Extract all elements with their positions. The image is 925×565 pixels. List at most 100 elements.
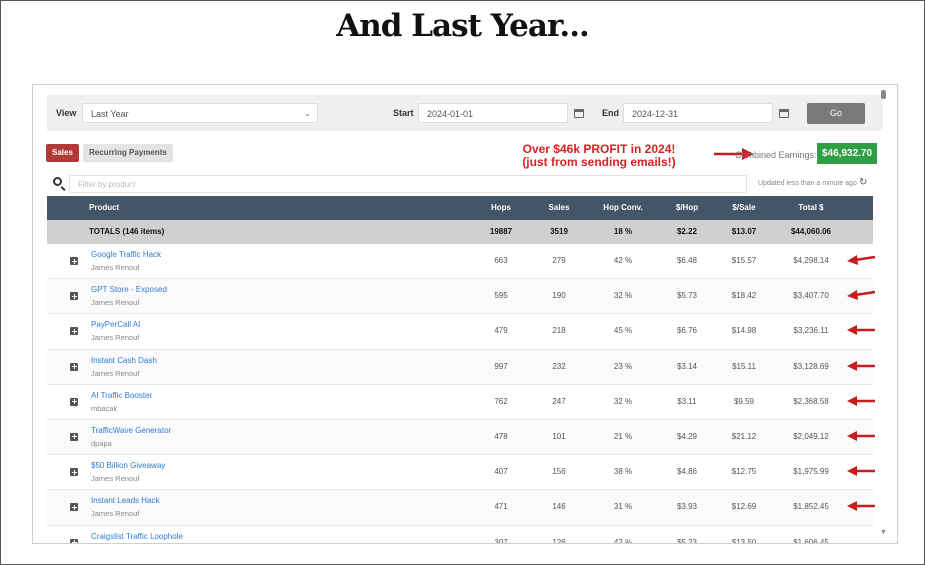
- product-link[interactable]: Instant Cash Dash: [91, 356, 157, 365]
- expand-icon[interactable]: [70, 538, 78, 543]
- product-link[interactable]: Craigslist Traffic Loophole: [91, 532, 183, 541]
- page-headline: And Last Year...: [336, 8, 590, 44]
- product-link[interactable]: Google Traffic Hack: [91, 250, 161, 259]
- scroll-thumb[interactable]: [881, 90, 886, 99]
- expand-icon[interactable]: [70, 432, 78, 441]
- search-input[interactable]: Filter by product: [69, 175, 747, 193]
- product-vendor: James Renouf: [91, 298, 140, 308]
- expand-icon[interactable]: [70, 327, 78, 336]
- start-label: Start: [393, 108, 414, 118]
- table-row: Google Traffic Hack James Renouf 663 279…: [47, 244, 876, 280]
- col-per-hop[interactable]: $/Hop: [664, 196, 710, 220]
- row-sales: 279: [552, 256, 566, 265]
- row-total: $1,852.45: [793, 502, 829, 512]
- product-vendor: James Renouf: [91, 333, 140, 343]
- product-link[interactable]: PayPerCall AI: [91, 320, 140, 329]
- row-sales: 146: [552, 502, 566, 512]
- end-date-input[interactable]: 2024-12-31: [623, 103, 773, 123]
- row-per-sale: $9.59: [733, 396, 755, 406]
- product-link[interactable]: AI Traffic Booster: [91, 391, 152, 400]
- col-total[interactable]: Total $: [781, 196, 841, 220]
- product-link[interactable]: GPT Store - Exposed: [91, 285, 167, 294]
- row-per-hop: $3.11: [677, 396, 697, 406]
- red-arrow-icon: [847, 430, 875, 441]
- red-arrow-icon: [847, 360, 875, 371]
- row-sales: 101: [552, 431, 566, 441]
- scrollbar[interactable]: ▼: [878, 88, 890, 536]
- expand-icon[interactable]: [70, 503, 78, 512]
- row-hops: 307: [494, 537, 508, 544]
- end-calendar-icon[interactable]: [779, 109, 789, 118]
- row-per-hop: $6.76: [676, 326, 698, 336]
- col-hop-conv[interactable]: Hop Conv.: [593, 196, 653, 220]
- row-total: $1,975.99: [793, 467, 829, 477]
- red-arrow-icon: [847, 290, 876, 301]
- row-per-sale: $15.11: [732, 361, 756, 371]
- combined-earnings-value: $46,932.70: [817, 143, 878, 164]
- red-arrow-icon: [847, 395, 875, 406]
- row-conv: 21 %: [613, 431, 633, 441]
- product-link[interactable]: Instant Leads Hack: [91, 496, 159, 505]
- view-select[interactable]: Last Year ⌄: [82, 103, 318, 123]
- row-total: $4,298.14: [793, 256, 829, 265]
- col-hops[interactable]: Hops: [479, 196, 523, 220]
- col-sales[interactable]: Sales: [536, 196, 582, 220]
- table-row: Instant Cash Dash James Renouf 997 232 2…: [47, 349, 875, 385]
- row-per-sale: $15.57: [731, 256, 757, 265]
- start-date-input[interactable]: 2024-01-01: [418, 103, 568, 123]
- row-sales: 232: [552, 361, 566, 371]
- row-total: $3,236.11: [793, 326, 829, 336]
- product-link[interactable]: $50 Billion Giveaway: [91, 461, 165, 470]
- go-button[interactable]: Go: [807, 103, 865, 124]
- chevron-down-icon: ⌄: [304, 109, 311, 118]
- view-label: View: [56, 108, 77, 118]
- end-date-value: 2024-12-31: [632, 109, 679, 119]
- expand-icon[interactable]: [70, 292, 78, 301]
- col-per-sale[interactable]: $/Sale: [721, 196, 767, 220]
- row-per-sale: $12.69: [731, 502, 757, 512]
- row-hops: 997: [494, 361, 508, 371]
- report-screenshot: View Last Year ⌄ Start 2024-01-01 End 20…: [32, 84, 898, 544]
- expand-icon[interactable]: [70, 397, 78, 406]
- search-icon: [53, 177, 62, 186]
- row-hops: 479: [494, 326, 508, 336]
- row-total: $3,407.70: [793, 291, 829, 301]
- totals-total: $44,060.06: [790, 227, 832, 236]
- row-total: $3,128.69: [793, 361, 829, 371]
- totals-per-sale: $13.07: [731, 227, 757, 236]
- row-per-sale: $12.75: [731, 467, 757, 477]
- table-row: Craigslist Traffic Loophole 307 126 42 %…: [47, 525, 873, 544]
- tab-sales[interactable]: Sales: [46, 144, 79, 162]
- end-label: End: [602, 108, 619, 118]
- product-rows: Google Traffic Hack James Renouf 663 279…: [47, 244, 876, 544]
- product-vendor: dpapa: [91, 438, 112, 448]
- totals-row: TOTALS (146 items) 19887 3519 18 % $2.22…: [47, 220, 873, 244]
- start-calendar-icon[interactable]: [574, 109, 584, 118]
- refresh-icon[interactable]: ↻: [859, 177, 867, 188]
- row-conv: 32 %: [613, 291, 633, 301]
- scroll-down-icon[interactable]: ▼: [880, 529, 887, 536]
- expand-icon[interactable]: [70, 257, 78, 265]
- row-conv: 42 %: [613, 537, 633, 544]
- row-conv: 32 %: [613, 396, 633, 406]
- product-vendor: James Renouf: [91, 474, 140, 484]
- profit-callout: Over $46k PROFIT in 2024! (just from sen…: [519, 143, 679, 169]
- row-per-hop: $5.23: [676, 537, 698, 544]
- updated-status: Updated less than a minute ago: [758, 180, 857, 187]
- product-link[interactable]: TrafficWave Generator: [91, 426, 171, 435]
- table-row: $50 Billion Giveaway James Renouf 407 15…: [47, 455, 875, 491]
- row-hops: 595: [494, 291, 508, 301]
- totals-conv: 18 %: [613, 227, 633, 236]
- row-per-hop: $3.14: [676, 361, 698, 371]
- row-per-sale: $13.50: [731, 537, 757, 544]
- expand-icon[interactable]: [70, 362, 78, 371]
- table-row: GPT Store - Exposed James Renouf 595 190…: [47, 279, 876, 315]
- expand-icon[interactable]: [70, 468, 78, 477]
- row-total: $2,049.12: [793, 431, 829, 441]
- col-product[interactable]: Product: [89, 196, 119, 220]
- filter-bar: View Last Year ⌄ Start 2024-01-01 End 20…: [47, 95, 883, 131]
- row-per-hop: $5.73: [676, 291, 698, 301]
- tab-recurring-payments[interactable]: Recurring Payments: [83, 144, 173, 162]
- row-hops: 478: [494, 431, 508, 441]
- totals-label: TOTALS (146 items): [89, 227, 165, 236]
